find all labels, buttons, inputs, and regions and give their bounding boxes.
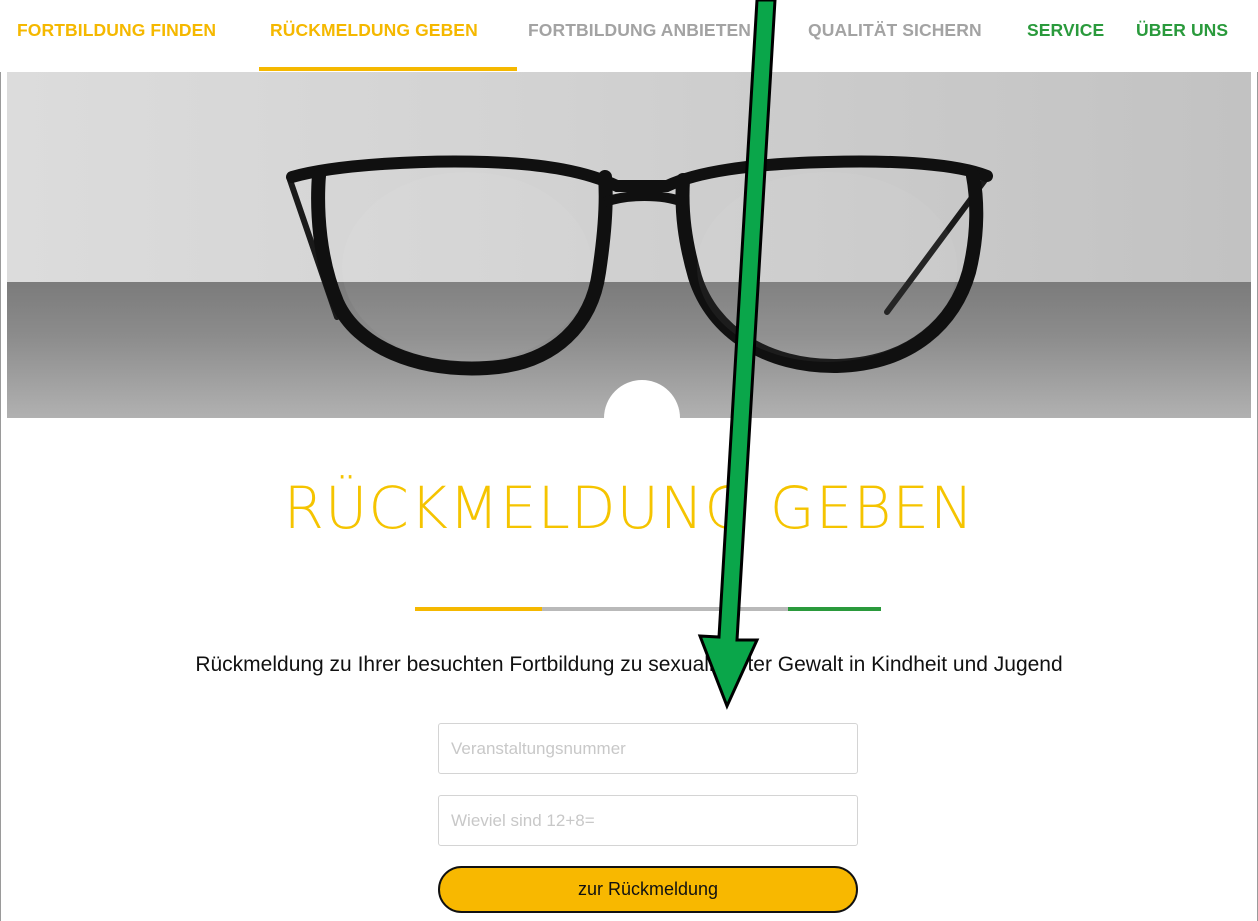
page-title: RÜCKMELDUNG GEBEN xyxy=(283,474,975,542)
nav-item-fortbildung-finden[interactable]: FORTBILDUNG FINDEN xyxy=(17,20,216,41)
submit-feedback-button[interactable]: zur Rückmeldung xyxy=(438,866,858,913)
nav-item-service[interactable]: SERVICE xyxy=(1027,20,1104,41)
glasses-icon xyxy=(286,155,993,376)
active-nav-indicator xyxy=(259,67,517,71)
hero-notch xyxy=(604,380,680,456)
divider-green xyxy=(788,607,881,611)
hero-image xyxy=(7,72,1251,418)
nav-item-ueber-uns[interactable]: ÜBER UNS xyxy=(1136,20,1228,41)
nav-item-rueckmeldung-geben[interactable]: RÜCKMELDUNG GEBEN xyxy=(270,20,478,41)
divider-grey xyxy=(542,607,788,611)
nav-item-qualitaet-sichern[interactable]: QUALITÄT SICHERN xyxy=(808,20,982,41)
nav-item-fortbildung-anbieten[interactable]: FORTBILDUNG ANBIETEN xyxy=(528,20,751,41)
main-nav: FORTBILDUNG FINDEN RÜCKMELDUNG GEBEN FOR… xyxy=(0,0,1258,72)
event-number-input[interactable] xyxy=(438,723,858,774)
captcha-input[interactable] xyxy=(438,795,858,846)
page-subtitle: Rückmeldung zu Ihrer besuchten Fortbildu… xyxy=(195,653,1063,676)
divider-yellow xyxy=(415,607,542,611)
